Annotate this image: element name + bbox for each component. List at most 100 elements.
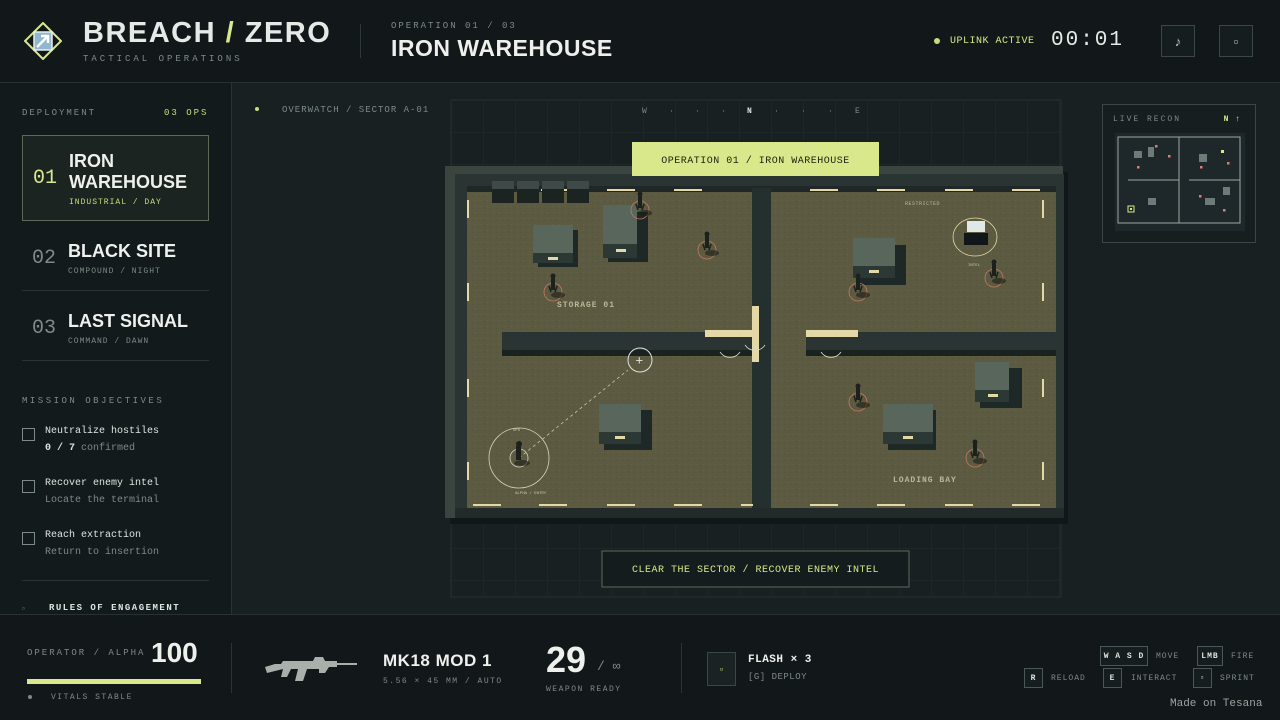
sound-toggle-button[interactable]: ♪ <box>1161 25 1195 57</box>
logo-icon <box>24 22 62 60</box>
mission-item-black-site[interactable]: 02 BLACK SITE COMPOUND / NIGHT <box>22 221 209 291</box>
key-action-move: MOVE <box>1156 652 1180 661</box>
crosshair-mark: + <box>636 353 644 368</box>
mission-item-iron-warehouse[interactable]: 01 IRON WAREHOUSE INDUSTRIAL / DAY <box>22 135 209 221</box>
key-wasd: W A S D <box>1100 646 1148 666</box>
key-action-sprint: SPRINT <box>1220 674 1255 683</box>
uplink-status: UPLINK ACTIVE <box>950 36 1035 47</box>
minimap-canvas <box>1115 133 1245 231</box>
rules-of-engagement-link[interactable]: RULES OF ENGAGEMENT <box>49 603 180 613</box>
sidebar: DEPLOYMENT 03 OPS 01 IRON WAREHOUSE INDU… <box>0 83 232 614</box>
live-recon-minimap[interactable]: LIVE RECON N ↑ <box>1102 104 1256 243</box>
key-shift: ▫ <box>1193 668 1212 688</box>
operator-small-label: OPS <box>513 429 521 433</box>
made-on-credit: Made on Tesana <box>1170 698 1263 710</box>
mission-name: BLACK SITE <box>68 241 176 261</box>
divider <box>360 24 361 58</box>
objective-progress: 0 / 7 confirmed <box>45 443 136 454</box>
objectives-heading: MISSION OBJECTIVES <box>22 396 165 406</box>
health-bar <box>27 679 201 684</box>
operation-title: IRON WAREHOUSE <box>391 35 613 61</box>
crate <box>853 238 906 285</box>
top-bar: BREACH / ZERO TACTICAL OPERATIONS OPERAT… <box>0 0 1280 83</box>
crate <box>883 404 936 450</box>
mission-number: 02 <box>32 247 57 270</box>
objective-subtitle: Return to insertion <box>45 547 160 558</box>
gadget-name: FLASH × 3 <box>748 654 812 666</box>
gadget-slot[interactable]: ▫ <box>707 652 736 686</box>
key-lmb: LMB <box>1197 646 1223 666</box>
gadget-deploy-hint: [G] DEPLOY <box>748 672 808 682</box>
uplink-status-dot <box>934 38 940 44</box>
minimap-hostile-dot <box>1223 209 1226 212</box>
key-e: E <box>1103 668 1122 688</box>
mission-number: 03 <box>32 317 57 340</box>
intel-label: INTEL <box>968 264 981 268</box>
bottom-hud: OPERATOR / ALPHA 100 VITALS STABLE MK18 … <box>0 614 1280 720</box>
objective-checkbox <box>22 480 35 493</box>
compass-mark: · <box>801 107 806 116</box>
deployment-label: DEPLOYMENT <box>22 108 97 118</box>
minimap-hostile-dot <box>1137 166 1140 169</box>
mission-item-last-signal[interactable]: 03 LAST SIGNAL COMMAND / DAWN <box>22 291 209 361</box>
rifle-icon <box>265 657 357 681</box>
compass-mark: · <box>669 107 674 116</box>
right-wall <box>1056 174 1064 514</box>
objective-title: Recover enemy intel <box>45 478 160 489</box>
left-wall <box>455 174 467 514</box>
mission-subtitle: COMMAND / DAWN <box>68 337 150 346</box>
operator-tag: ALPHA / ENTRY <box>515 491 547 496</box>
minimap-hostile-dot <box>1199 195 1202 198</box>
objective-checkbox <box>22 532 35 545</box>
brand-subtitle: TACTICAL OPERATIONS <box>83 54 243 64</box>
compass-mark: · <box>774 107 779 116</box>
mission-name: LAST SIGNAL <box>68 311 188 331</box>
directive-text: CLEAR THE SECTOR / RECOVER ENEMY INTEL <box>632 564 879 576</box>
bottom-wall <box>455 508 1064 518</box>
music-note-icon: ♪ <box>1174 33 1182 49</box>
brand-title: BREACH / ZERO <box>83 17 332 49</box>
vitals-dot <box>28 695 32 699</box>
objective-subtitle: Locate the terminal <box>45 495 160 506</box>
door[interactable] <box>705 330 759 337</box>
deployment-count: 03 OPS <box>164 108 209 118</box>
divider <box>681 643 682 693</box>
health-bar-fill <box>27 679 201 684</box>
square-icon: ▫ <box>22 604 25 613</box>
crate <box>599 404 652 450</box>
mission-name: IRON WAREHOUSE <box>69 151 188 192</box>
mid-wall-left-shadow <box>502 350 752 356</box>
crate <box>975 362 1022 408</box>
compass-mark: · <box>828 107 833 116</box>
mission-subtitle: INDUSTRIAL / DAY <box>69 198 162 207</box>
key-action-interact: INTERACT <box>1131 674 1178 683</box>
divider <box>231 643 232 693</box>
loading-bay-label: LOADING BAY <box>893 476 957 485</box>
operation-banner-text: OPERATION 01 / IRON WAREHOUSE <box>661 155 850 167</box>
divider <box>22 580 209 581</box>
minimap-hostile-dot <box>1168 155 1171 158</box>
key-r: R <box>1024 668 1043 688</box>
minimap-hostile-dot <box>1155 145 1158 148</box>
mission-number: 01 <box>33 167 58 190</box>
ammo-count: 29 <box>546 639 587 680</box>
crate <box>533 225 578 267</box>
compass-mark: N <box>747 107 752 116</box>
ammo-reserve: / ∞ <box>597 659 621 674</box>
square-icon: ▫ <box>1233 33 1239 49</box>
weapon-spec: 5.56 × 45 MM / AUTO <box>383 677 503 686</box>
flashbang-icon: ▫ <box>719 664 724 674</box>
health-value: 100 <box>151 637 198 668</box>
weapon-name: MK18 MOD 1 <box>383 651 492 670</box>
compass-mark: · <box>695 107 700 116</box>
objective-title: Neutralize hostiles <box>45 426 160 437</box>
menu-button[interactable]: ▫ <box>1219 25 1253 57</box>
door[interactable] <box>806 330 858 337</box>
door[interactable] <box>752 306 759 362</box>
storage-label: STORAGE 01 <box>557 301 615 310</box>
restricted-label: RESTRICTED <box>905 201 940 207</box>
mission-subtitle: COMPOUND / NIGHT <box>68 267 161 276</box>
mid-wall-right-shadow <box>806 350 1056 356</box>
minimap-hostile-dot <box>1200 166 1203 169</box>
objective-checkbox <box>22 428 35 441</box>
